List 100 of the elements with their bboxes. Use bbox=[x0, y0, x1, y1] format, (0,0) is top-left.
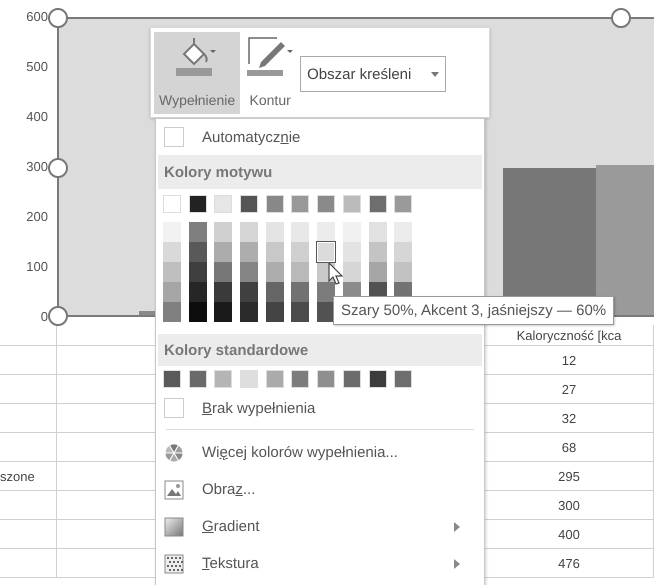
color-swatch[interactable] bbox=[291, 370, 310, 388]
color-swatch[interactable] bbox=[240, 195, 258, 213]
color-swatch[interactable] bbox=[163, 302, 181, 322]
mouse-pointer-icon bbox=[328, 262, 344, 286]
color-swatch[interactable] bbox=[266, 262, 284, 282]
color-swatch[interactable] bbox=[163, 195, 181, 213]
color-swatch[interactable] bbox=[368, 222, 386, 242]
axis-label: 200 bbox=[26, 208, 48, 226]
axis-label: 100 bbox=[26, 258, 48, 276]
color-swatch[interactable] bbox=[266, 242, 284, 262]
color-swatch[interactable] bbox=[188, 242, 207, 262]
color-swatch[interactable] bbox=[214, 282, 232, 302]
tooltip: Szary 50%, Akcent 3, jaśniejszy — 60% bbox=[333, 296, 614, 325]
color-swatch[interactable] bbox=[214, 195, 232, 213]
picture-icon bbox=[164, 480, 184, 500]
color-swatch[interactable] bbox=[291, 282, 310, 302]
pencil-icon bbox=[247, 36, 294, 76]
color-swatch[interactable] bbox=[342, 222, 361, 242]
table-cell: 68 bbox=[562, 440, 576, 454]
color-swatch[interactable] bbox=[266, 370, 284, 388]
table-cell: szone bbox=[0, 468, 35, 484]
fill-button[interactable]: Wypełnienie bbox=[154, 32, 240, 114]
color-swatch[interactable] bbox=[266, 222, 284, 242]
axis-label: 400 bbox=[26, 108, 48, 126]
caret-icon bbox=[431, 72, 440, 76]
column-header: Kaloryczność [kca bbox=[516, 328, 622, 342]
color-swatch[interactable] bbox=[342, 242, 361, 262]
color-swatch[interactable] bbox=[164, 398, 184, 418]
color-swatch[interactable] bbox=[214, 370, 232, 388]
color-wheel-icon bbox=[164, 442, 184, 462]
color-swatch[interactable] bbox=[368, 262, 386, 282]
color-swatch[interactable] bbox=[291, 302, 310, 322]
color-swatch[interactable] bbox=[164, 127, 184, 147]
color-swatch[interactable] bbox=[163, 242, 181, 262]
color-swatch[interactable] bbox=[163, 370, 181, 388]
color-swatch[interactable] bbox=[214, 242, 232, 262]
axis-label: 0 bbox=[40, 308, 48, 326]
color-swatch[interactable] bbox=[342, 262, 361, 282]
color-swatch[interactable] bbox=[214, 262, 232, 282]
table-cell: 32 bbox=[562, 410, 576, 426]
table-cell: 12 bbox=[562, 352, 576, 368]
color-swatch[interactable] bbox=[266, 195, 284, 213]
gradient-icon bbox=[164, 516, 184, 536]
submenu-arrow-icon bbox=[454, 522, 460, 532]
color-swatch[interactable] bbox=[291, 222, 310, 242]
color-swatch[interactable] bbox=[188, 302, 207, 322]
color-swatch[interactable] bbox=[240, 282, 258, 302]
section-header: Kolory standardowe bbox=[158, 334, 482, 366]
color-swatch[interactable] bbox=[188, 195, 207, 213]
resize-handle[interactable] bbox=[48, 158, 68, 178]
resize-handle[interactable] bbox=[48, 8, 68, 28]
color-swatch[interactable] bbox=[368, 195, 386, 213]
color-swatch[interactable] bbox=[214, 222, 232, 242]
color-swatch[interactable] bbox=[342, 195, 361, 213]
axis-label: 600 bbox=[26, 8, 48, 26]
paint-bucket-icon bbox=[176, 36, 218, 76]
texture-icon bbox=[164, 554, 184, 574]
color-swatch[interactable] bbox=[188, 222, 207, 242]
color-swatch[interactable] bbox=[163, 222, 181, 242]
outline-button[interactable]: Kontur bbox=[242, 32, 298, 114]
color-swatch[interactable] bbox=[394, 222, 412, 242]
table-cell: 300 bbox=[558, 498, 580, 512]
color-swatch[interactable] bbox=[291, 242, 310, 262]
color-swatch[interactable] bbox=[163, 262, 181, 282]
color-swatch[interactable] bbox=[394, 262, 412, 282]
element-dropdown[interactable]: Obszar kreśleni bbox=[300, 56, 446, 92]
color-swatch[interactable] bbox=[240, 302, 258, 322]
color-swatch[interactable] bbox=[317, 195, 336, 213]
axis-label: 500 bbox=[26, 58, 48, 76]
color-swatch[interactable] bbox=[266, 282, 284, 302]
table-cell: 27 bbox=[562, 382, 576, 396]
color-swatch[interactable] bbox=[317, 222, 336, 242]
color-swatch[interactable] bbox=[163, 282, 181, 302]
color-swatch[interactable] bbox=[368, 242, 386, 262]
color-swatch[interactable] bbox=[240, 222, 258, 242]
color-swatch[interactable] bbox=[394, 370, 412, 388]
color-swatch[interactable] bbox=[188, 262, 207, 282]
color-swatch[interactable] bbox=[240, 262, 258, 282]
color-swatch[interactable] bbox=[188, 282, 207, 302]
resize-handle[interactable] bbox=[48, 306, 68, 326]
color-swatch[interactable] bbox=[342, 370, 361, 388]
color-swatch[interactable] bbox=[291, 195, 310, 213]
table-cell: 400 bbox=[558, 526, 580, 542]
resize-handle[interactable] bbox=[611, 8, 631, 28]
color-swatch[interactable] bbox=[291, 262, 310, 282]
color-swatch[interactable] bbox=[214, 302, 232, 322]
color-swatch[interactable] bbox=[317, 282, 336, 302]
color-swatch[interactable] bbox=[317, 370, 336, 388]
color-swatch[interactable] bbox=[188, 370, 207, 388]
color-swatch[interactable] bbox=[368, 370, 386, 388]
color-swatch[interactable] bbox=[317, 242, 336, 262]
color-swatch[interactable] bbox=[394, 242, 412, 262]
color-swatch[interactable] bbox=[266, 302, 284, 322]
color-swatch[interactable] bbox=[240, 242, 258, 262]
color-swatch[interactable] bbox=[394, 195, 412, 213]
table-cell: 476 bbox=[558, 556, 580, 570]
color-swatch[interactable] bbox=[240, 370, 258, 388]
section-header: Kolory motywu bbox=[158, 155, 482, 189]
submenu-arrow-icon bbox=[454, 558, 460, 568]
table-cell: 295 bbox=[558, 468, 580, 484]
